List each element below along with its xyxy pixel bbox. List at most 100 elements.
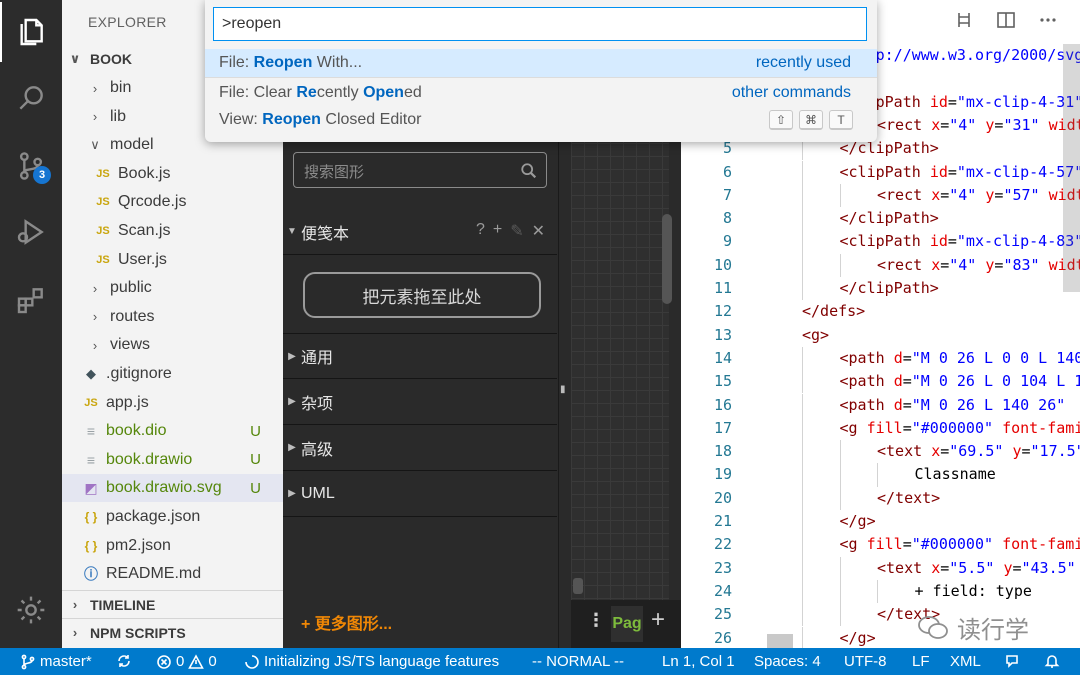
encoding[interactable]: UTF-8 <box>844 653 887 670</box>
feedback-button[interactable] <box>1004 653 1020 669</box>
command-match: Re <box>296 84 317 101</box>
caret-right-icon: ▶ <box>288 488 296 499</box>
scratchpad-section[interactable]: ▼ 便笺本 ? + ✎ ✕ <box>283 209 557 255</box>
tree-item-label: Book.js <box>118 164 171 182</box>
line-number: 17 <box>713 418 732 437</box>
doc-file-icon: ≡ <box>86 451 96 468</box>
page-menu-icon[interactable]: ⋮ <box>587 610 605 631</box>
command-palette-input[interactable]: >reopen <box>213 7 867 41</box>
editor-scrollbar-thumb[interactable] <box>1063 44 1080 292</box>
code-token: x <box>931 442 941 461</box>
keybinding: ⇧ ⌘ T <box>769 110 853 130</box>
line-number: 7 <box>722 185 732 204</box>
file-item[interactable]: JS Book.js <box>62 160 283 188</box>
chevron-down-icon: ∨ <box>69 51 81 66</box>
timeline-section[interactable]: › TIMELINE <box>62 590 283 618</box>
file-item[interactable]: ≡ book.dio U <box>62 417 283 445</box>
language-service-status[interactable]: Initializing JS/TS language features <box>244 653 499 670</box>
indentation[interactable]: Spaces: 4 <box>754 653 821 670</box>
line-number: 9 <box>722 232 732 251</box>
js-file-icon: JS <box>96 167 110 180</box>
indent-guide <box>802 440 803 464</box>
line-number: 12 <box>713 302 732 321</box>
line-number: 14 <box>713 348 732 367</box>
git-file-icon: ◆ <box>86 366 96 381</box>
extensions-icon[interactable] <box>0 270 62 330</box>
source-control-icon[interactable] <box>0 136 62 196</box>
command-match: Reopen <box>262 111 321 128</box>
file-item[interactable]: ◩ book.drawio.svg U <box>62 474 283 503</box>
folder-item[interactable]: › routes <box>62 303 283 331</box>
more-shapes-link[interactable]: + 更多图形... <box>301 610 392 634</box>
add-icon[interactable]: + <box>493 221 502 241</box>
command-item[interactable]: File: Clear Re cently Open ed other command… <box>205 79 877 107</box>
command-item[interactable]: File: Reopen With... recently used <box>205 49 877 77</box>
editor-horizontal-scrollbar[interactable] <box>767 634 793 648</box>
npm-scripts-section[interactable]: › NPM SCRIPTS <box>62 618 283 646</box>
sync-button[interactable] <box>116 653 132 669</box>
files-icon[interactable] <box>0 2 62 62</box>
end-of-line[interactable]: LF <box>912 653 930 670</box>
code-token: </text> <box>877 488 941 507</box>
indent-guide <box>802 486 803 510</box>
line-number: 19 <box>713 465 732 484</box>
file-item[interactable]: JS Scan.js <box>62 217 283 245</box>
file-item[interactable]: JS Qrcode.js <box>62 188 283 216</box>
file-item[interactable]: ◆ .gitignore <box>62 360 283 388</box>
code-line: 14 <path d="M 0 26 L 0 0 L 140 0" <box>681 346 1080 371</box>
language-mode[interactable]: XML <box>950 653 981 670</box>
indent-guide <box>839 579 841 604</box>
code-token: "4" <box>949 255 977 274</box>
panel-splitter-handle[interactable]: ▮ <box>560 384 566 395</box>
command-item[interactable]: View: Reopen Closed Editor ⇧ ⌘ T <box>205 106 877 134</box>
cursor-position[interactable]: Ln 1, Col 1 <box>662 653 735 670</box>
misc-shapes-section[interactable]: ▶ 杂项 <box>283 379 557 425</box>
file-item[interactable]: JS app.js <box>62 389 283 417</box>
code-line: 21 </g> <box>681 510 1080 534</box>
search-icon[interactable] <box>0 68 62 128</box>
split-editor-icon[interactable] <box>996 10 1016 30</box>
explorer-title: EXPLORER <box>88 14 167 30</box>
file-item[interactable]: ⓘ README.md <box>62 560 283 588</box>
file-item[interactable]: { } pm2.json <box>62 532 283 560</box>
command-prefix: View: <box>219 111 263 128</box>
branch-indicator[interactable]: master* <box>20 653 92 670</box>
code-line: 23 <text x="5.5" y="43.5" <box>681 556 1080 580</box>
indent-guide <box>802 579 803 604</box>
more-actions-icon[interactable] <box>1038 10 1058 30</box>
chevron-right-icon: › <box>72 625 78 640</box>
general-shapes-section[interactable]: ▶ 通用 <box>283 333 557 379</box>
add-page-button[interactable]: + <box>651 606 665 634</box>
file-item[interactable]: JS User.js <box>62 246 283 274</box>
indent-guide <box>802 207 803 231</box>
code-line: 19 Classname <box>681 463 1080 487</box>
folder-item[interactable]: › views <box>62 331 283 359</box>
notifications-button[interactable] <box>1044 653 1060 669</box>
page-tab[interactable]: Pag <box>611 606 643 642</box>
close-icon[interactable]: ✕ <box>532 221 545 241</box>
open-changes-icon[interactable] <box>954 10 974 30</box>
help-icon[interactable]: ? <box>476 221 485 241</box>
advanced-shapes-section[interactable]: ▶ 高级 <box>283 425 557 471</box>
file-item[interactable]: ≡ book.drawio U <box>62 446 283 474</box>
file-item[interactable]: { } package.json <box>62 503 283 531</box>
info-file-icon: ⓘ <box>84 566 98 583</box>
problems-indicator[interactable]: 0 0 <box>156 653 217 670</box>
code-text: </text> <box>877 487 940 510</box>
key-cap: T <box>829 110 853 130</box>
shape-search-input[interactable]: 搜索图形 <box>293 152 547 188</box>
canvas-horizontal-scrollbar[interactable] <box>573 578 583 594</box>
warning-count: 0 <box>208 653 217 670</box>
canvas-vertical-scrollbar[interactable] <box>662 214 672 304</box>
uml-shapes-section[interactable]: ▶ UML <box>283 471 557 517</box>
code-line: 24 + field: type <box>681 579 1080 604</box>
scratchpad-dropzone[interactable]: 把元素拖至此处 <box>303 272 541 318</box>
tree-item-label: Scan.js <box>118 222 171 239</box>
settings-gear-icon[interactable] <box>0 580 62 640</box>
run-debug-icon[interactable] <box>0 202 62 262</box>
line-number: 6 <box>722 162 732 181</box>
folder-item[interactable]: › public <box>62 274 283 302</box>
code-token: <g <box>839 535 867 554</box>
edit-icon[interactable]: ✎ <box>510 221 523 241</box>
